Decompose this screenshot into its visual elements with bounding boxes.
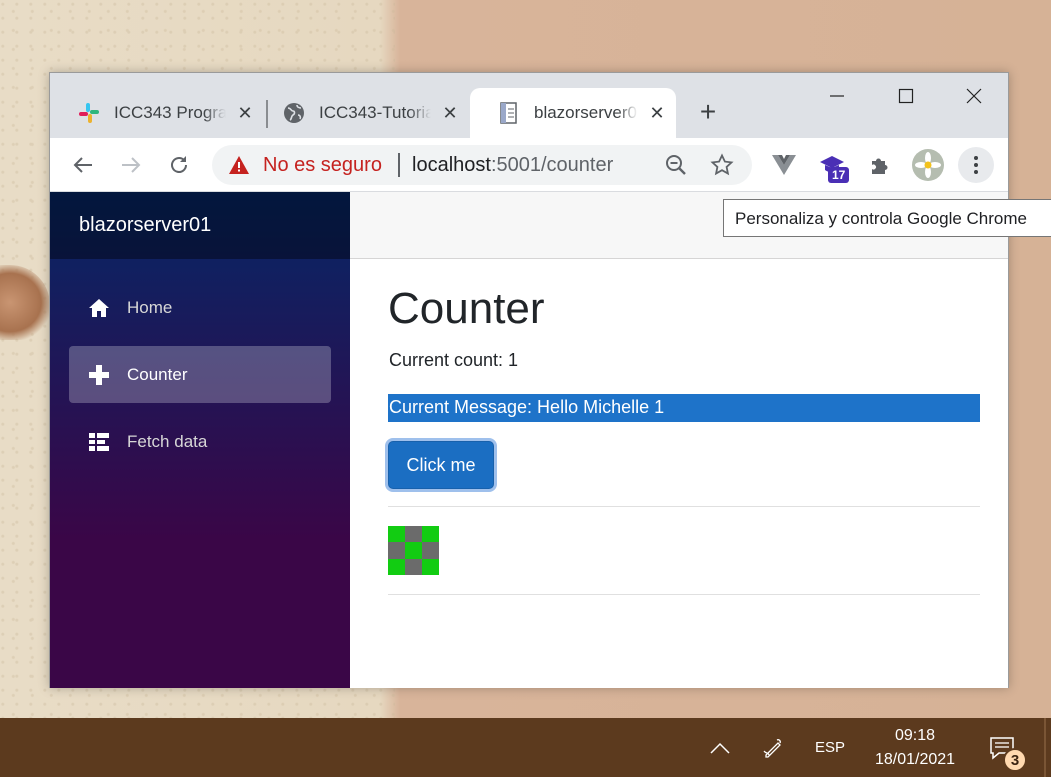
page-title: Counter xyxy=(388,284,545,333)
forward-icon[interactable] xyxy=(113,147,149,183)
nav-item-label: Home xyxy=(127,297,173,317)
tooltip: Personaliza y controla Google Chrome xyxy=(723,199,1051,237)
close-icon[interactable]: ✕ xyxy=(646,102,668,124)
current-count: Current count: 1 xyxy=(389,350,519,370)
close-icon[interactable]: ✕ xyxy=(439,102,461,124)
nav-item-fetch-data[interactable]: Fetch data xyxy=(69,413,331,470)
click-me-button[interactable]: Click me xyxy=(388,441,494,489)
more-vert-icon xyxy=(974,156,978,174)
address-bar[interactable]: No es seguro localhost:5001/counter xyxy=(212,145,752,185)
list-icon xyxy=(88,431,110,453)
globe-icon xyxy=(283,102,305,124)
not-secure-label[interactable]: No es seguro xyxy=(263,154,382,177)
page-icon xyxy=(498,102,520,124)
divider xyxy=(388,594,980,595)
tab-title: ICC343-Tutoriales xyxy=(319,103,431,122)
clock-time: 09:18 xyxy=(894,727,936,744)
notification-badge: 3 xyxy=(1003,748,1027,772)
extension-grad-icon[interactable]: 17 xyxy=(814,147,850,183)
window-close-icon[interactable] xyxy=(952,81,996,111)
taskbar: ESP 09:18 18/01/2021 xyxy=(0,718,1051,777)
browser-window: ICC343 Programación ✕ ICC343-Tutoriales … xyxy=(49,72,1009,688)
close-icon[interactable]: ✕ xyxy=(234,102,256,124)
plus-icon xyxy=(88,364,110,386)
slack-icon xyxy=(78,102,100,124)
minimize-icon[interactable] xyxy=(815,81,859,111)
browser-toolbar: No es seguro localhost:5001/counter 17 xyxy=(50,138,1008,192)
brand-bar: blazorserver01 xyxy=(50,192,350,259)
vue-devtools-icon[interactable] xyxy=(766,147,802,183)
nav-item-home[interactable]: Home xyxy=(69,279,331,336)
home-icon xyxy=(88,297,110,319)
clock-date: 18/01/2021 xyxy=(874,751,956,768)
omnibox-divider xyxy=(398,153,400,177)
extension-badge: 17 xyxy=(828,167,850,183)
warning-icon[interactable] xyxy=(228,155,250,180)
tab-icc343-programacion[interactable]: ICC343 Programación ✕ xyxy=(50,88,256,138)
url-path: :5001/counter xyxy=(490,154,614,176)
profile-avatar-icon[interactable] xyxy=(910,147,946,183)
extensions-puzzle-icon[interactable] xyxy=(862,147,898,183)
clock[interactable]: 09:18 18/01/2021 xyxy=(862,724,968,772)
app-brand[interactable]: blazorserver01 xyxy=(79,214,211,237)
tab-title: blazorserver01 xyxy=(534,103,638,122)
web-page: blazorserver01 Home Counter Fetch data C… xyxy=(50,192,1008,688)
nav-item-label: Counter xyxy=(127,364,188,384)
nav-item-counter[interactable]: Counter xyxy=(69,346,331,403)
new-tab-button[interactable]: + xyxy=(693,98,723,128)
language-indicator[interactable]: ESP xyxy=(808,718,852,777)
tab-icc343-tutoriales[interactable]: ICC343-Tutoriales ✕ xyxy=(255,88,461,138)
zoom-icon[interactable] xyxy=(664,153,688,182)
chevron-up-icon[interactable] xyxy=(700,718,740,777)
url-text[interactable]: localhost:5001/counter xyxy=(412,154,613,177)
url-host: localhost xyxy=(412,154,491,176)
current-message: Current Message: Hello Michelle 1 xyxy=(388,394,980,422)
divider xyxy=(388,506,980,507)
maximize-icon[interactable] xyxy=(884,81,928,111)
pen-icon[interactable] xyxy=(753,718,793,777)
chrome-menu-button[interactable] xyxy=(958,147,994,183)
reload-icon[interactable] xyxy=(161,147,197,183)
tab-blazorserver01[interactable]: blazorserver01 ✕ xyxy=(470,88,676,138)
sidebar: blazorserver01 Home Counter Fetch data xyxy=(50,192,350,688)
nav-item-label: Fetch data xyxy=(127,431,208,451)
checkerboard-image xyxy=(388,526,439,575)
back-icon[interactable] xyxy=(65,147,101,183)
tab-title: ICC343 Programación xyxy=(114,103,226,122)
show-desktop-divider[interactable] xyxy=(1044,718,1046,777)
tab-strip: ICC343 Programación ✕ ICC343-Tutoriales … xyxy=(50,73,1008,138)
bookmark-star-icon[interactable] xyxy=(710,153,734,182)
